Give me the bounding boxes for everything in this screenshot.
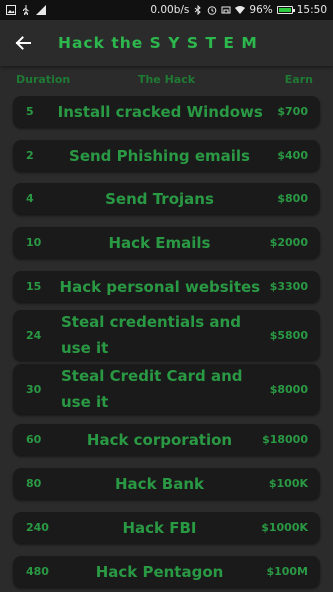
hack-earn: $100K [268,477,308,490]
hack-earn: $18000 [262,433,308,446]
hack-name: Hack Bank [115,474,204,493]
bluetooth-icon [195,5,202,15]
page-title: Hack the S Y S T E M [58,34,258,52]
hack-row[interactable]: 240 Hack FBI $1000K [13,512,320,543]
network-speed: 0.00b/s [150,4,190,16]
hack-earn: $700 [277,105,308,118]
hack-duration: 2 [26,149,34,162]
hotspot-icon [221,6,231,14]
hack-name: Install cracked Windows [57,102,263,121]
hack-name: Hack Pentagon [95,562,224,581]
hack-row[interactable]: 15 Hack personal websites $3300 [13,271,320,302]
signal-icon [36,5,46,15]
hack-earn: $800 [277,192,308,205]
hack-row[interactable]: 60 Hack corporation $18000 [13,424,320,455]
hack-row[interactable]: 5 Install cracked Windows $700 [13,96,320,127]
column-headers: Duration The Hack Earn [0,66,333,94]
image-notification-icon [6,5,16,15]
hack-name: Steal credentials and use it [61,313,241,357]
hack-name: Hack FBI [122,518,197,537]
clock: 15:50 [296,4,327,16]
back-button[interactable] [0,20,46,66]
battery-percent: 96% [249,4,273,16]
hack-earn: $400 [277,149,308,162]
hack-name: Send Phishing emails [69,146,250,165]
hack-duration: 480 [26,565,49,578]
hack-duration: 240 [26,521,49,534]
hack-earn: $5800 [269,328,308,342]
earn-header: Earn [284,73,313,86]
hack-row[interactable]: 10 Hack Emails $2000 [13,227,320,258]
hack-row[interactable]: 80 Hack Bank $100K [13,468,320,499]
status-bar: 0.00b/s 96% 15:50 [0,0,333,20]
hack-row[interactable]: 24 Steal credentials and use it $5800 [13,310,320,360]
hack-header: The Hack [137,73,196,86]
hack-row[interactable]: 30 Steal Credit Card and use it $8000 [13,364,320,414]
battery-level-fill [278,8,291,12]
hack-duration: 80 [26,477,42,490]
battery-icon [276,6,295,14]
hack-earn: $1000K [261,521,308,534]
hack-duration: 60 [26,433,42,446]
hack-duration: 4 [26,192,34,205]
hack-row[interactable]: 2 Send Phishing emails $400 [13,140,320,171]
arrow-left-icon [15,36,31,50]
hack-earn: $3300 [269,280,308,293]
alarm-icon [208,6,217,15]
hack-name: Send Trojans [105,189,214,208]
hack-name: Hack personal websites [59,277,261,296]
hack-row[interactable]: 4 Send Trojans $800 [13,183,320,214]
hack-earn: $2000 [269,236,308,249]
usb-icon [23,5,29,15]
hack-name: Hack corporation [86,430,233,449]
hack-duration: 15 [26,280,42,293]
hack-duration: 5 [26,105,34,118]
hack-name: Hack Emails [108,233,211,252]
hack-earn: $8000 [269,382,308,396]
hack-duration: 24 [26,328,42,342]
hack-row[interactable]: 480 Hack Pentagon $100M [13,556,320,587]
hack-duration: 30 [26,382,42,396]
hack-earn: $100M [266,565,308,578]
hack-name: Steal Credit Card and use it [61,367,243,411]
hack-duration: 10 [26,236,42,249]
wifi-icon [235,6,246,14]
app-bar: Hack the S Y S T E M [0,20,333,66]
